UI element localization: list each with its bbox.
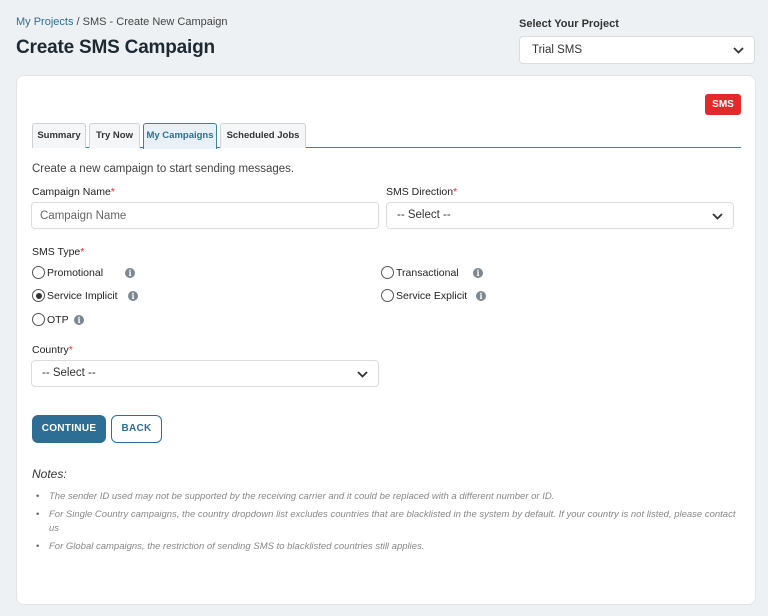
- project-selector: Select Your Project Trial SMS: [519, 18, 755, 64]
- radio-service-implicit[interactable]: Service Implicit: [32, 289, 118, 302]
- note-item: For Single Country campaigns, the countr…: [32, 508, 744, 536]
- page-header: My Projects / SMS - Create New Campaign …: [16, 16, 228, 59]
- required-marker: *: [80, 246, 85, 258]
- info-icon[interactable]: i: [74, 315, 84, 325]
- info-icon[interactable]: i: [128, 291, 138, 301]
- back-button[interactable]: BACK: [111, 415, 162, 443]
- tab-bar: Summary Try Now My Campaigns Scheduled J…: [32, 123, 741, 149]
- chevron-down-icon: [357, 361, 368, 378]
- breadcrumb: My Projects / SMS - Create New Campaign: [16, 16, 228, 28]
- radio-otp[interactable]: OTP: [32, 313, 69, 326]
- sms-badge: SMS: [705, 94, 741, 115]
- chevron-down-icon: [733, 37, 744, 54]
- breadcrumb-separator: /: [73, 16, 83, 28]
- notes-title: Notes:: [32, 467, 67, 481]
- country-select[interactable]: -- Select --: [31, 360, 379, 387]
- tab-try-now[interactable]: Try Now: [89, 123, 140, 148]
- sms-type-label-text: SMS Type: [32, 246, 81, 258]
- sms-direction-value: -- Select --: [397, 209, 451, 221]
- info-icon[interactable]: i: [125, 268, 135, 278]
- radio-label: Promotional: [47, 266, 104, 279]
- country-label-text: Country: [32, 344, 69, 356]
- project-select[interactable]: Trial SMS: [519, 36, 755, 64]
- radio-promotional[interactable]: Promotional: [32, 266, 103, 279]
- radio-button[interactable]: [381, 289, 394, 302]
- tab-summary[interactable]: Summary: [32, 123, 86, 148]
- radio-button[interactable]: [32, 289, 45, 302]
- radio-label: OTP: [47, 313, 69, 326]
- note-item: The sender ID used may not be supported …: [32, 490, 744, 504]
- radio-button[interactable]: [381, 266, 394, 279]
- note-item: For Global campaigns, the restriction of…: [32, 540, 744, 554]
- tab-my-campaigns[interactable]: My Campaigns: [143, 123, 217, 149]
- radio-label: Transactional: [396, 266, 459, 279]
- radio-button[interactable]: [32, 266, 45, 279]
- required-marker: *: [68, 344, 73, 356]
- sms-type-label: SMS Type*: [32, 246, 84, 258]
- project-select-label: Select Your Project: [519, 18, 619, 30]
- campaign-name-label: Campaign Name*: [32, 186, 115, 198]
- sms-direction-label: SMS Direction*: [386, 186, 457, 198]
- sms-direction-select[interactable]: -- Select --: [386, 202, 734, 229]
- country-label: Country*: [32, 344, 73, 356]
- continue-button[interactable]: CONTINUE: [32, 415, 106, 443]
- intro-text: Create a new campaign to start sending m…: [32, 163, 295, 175]
- info-icon[interactable]: i: [476, 291, 486, 301]
- radio-service-explicit[interactable]: Service Explicit: [381, 289, 467, 302]
- info-icon[interactable]: i: [473, 268, 483, 278]
- project-select-value: Trial SMS: [532, 44, 583, 56]
- tab-scheduled-jobs[interactable]: Scheduled Jobs: [220, 123, 306, 148]
- radio-label: Service Explicit: [396, 289, 468, 302]
- campaign-name-label-text: Campaign Name: [32, 186, 111, 198]
- campaign-name-input[interactable]: [31, 202, 379, 229]
- radio-label: Service Implicit: [47, 289, 118, 302]
- required-marker: *: [453, 186, 458, 198]
- radio-button[interactable]: [32, 313, 45, 326]
- radio-transactional[interactable]: Transactional: [381, 266, 459, 279]
- notes-list: The sender ID used may not be supported …: [32, 490, 744, 558]
- breadcrumb-current: SMS - Create New Campaign: [82, 16, 228, 28]
- sms-direction-label-text: SMS Direction: [386, 186, 454, 198]
- page-title: Create SMS Campaign: [16, 37, 215, 58]
- breadcrumb-my-projects-link[interactable]: My Projects: [16, 16, 73, 28]
- country-select-value: -- Select --: [42, 367, 96, 379]
- required-marker: *: [110, 186, 115, 198]
- chevron-down-icon: [712, 203, 723, 220]
